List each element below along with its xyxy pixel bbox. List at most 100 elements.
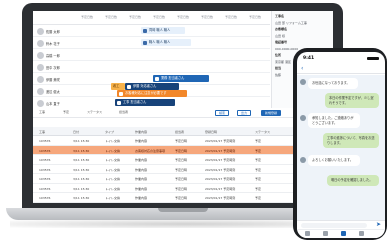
table-cell: 3/11 15:30	[73, 177, 90, 181]
table-row[interactable]: 103576 3/11 15:30 トイレ交換 作業内容 予定日時 2023/01/17 …	[33, 155, 333, 165]
staff-cell: 田中 次郎	[37, 64, 77, 71]
table-cell: トイレ交換	[105, 186, 121, 191]
table-cell: 3/11 15:30	[73, 158, 90, 162]
avatar	[300, 79, 306, 85]
table-cell: 2023/01/17 予定時刻	[205, 167, 236, 172]
table-cell: 作業内容	[135, 177, 148, 181]
home-icon[interactable]	[305, 231, 310, 236]
table-cell: 予定日時	[175, 196, 188, 200]
staff-name: 田中 次郎	[46, 66, 60, 70]
staff-name: 渡辺 健太	[46, 90, 60, 94]
gantt-row[interactable]: 田中 次郎	[33, 61, 270, 73]
column-header[interactable]: タイプ	[105, 130, 114, 134]
table-cell: 予定日時	[175, 186, 188, 191]
column-header[interactable]: 作業内容	[135, 130, 147, 134]
day-label: 予定日数	[177, 15, 190, 19]
table-cell: 予定	[255, 186, 262, 191]
table-cell: 2023/01/17 予定時刻	[205, 177, 236, 181]
avatar	[37, 28, 44, 35]
day-label: 予定日数	[153, 15, 166, 19]
day-label: 予定日数	[81, 15, 94, 19]
table-cell: 作業内容	[135, 196, 148, 200]
laptop-screen: 予定日数 予定日数 予定日数 予定日数 予定日数 予定日数 予定日数 予定日数 …	[33, 11, 333, 203]
gantt-row[interactable]: 高橋 一郎	[33, 49, 270, 61]
table-cell: 予定日時	[175, 158, 188, 162]
message-bubble: 本日の作業予定ですが、少し遅れそうです。	[325, 93, 379, 109]
message-bubble: よろしくお願いいたします。	[308, 155, 360, 166]
filter-item[interactable]: 予定	[63, 110, 69, 114]
table-row[interactable]: 103576 3/11 15:30 トイレ交換 作業内容 予定日時 2023/01/17 …	[33, 193, 333, 203]
chat-header: ‹	[297, 64, 385, 74]
table-row[interactable]: 103576 3/11 15:30 トイレ交換 お客様対応の注意事項 予定日時 2023/…	[33, 145, 333, 155]
settings-icon[interactable]	[359, 231, 364, 236]
table-cell: 予定	[255, 196, 262, 200]
detail-line: 工事名	[275, 14, 285, 18]
detail-line: お客様名	[275, 27, 288, 31]
gantt-header: 予定日数 予定日数 予定日数 予定日数 予定日数 予定日数 予定日数 予定日数	[33, 13, 270, 25]
list-toolbar: 工事 予定 ステータス 担当者 検索 出力 新規登録	[33, 108, 333, 118]
avatar	[37, 88, 44, 95]
staff-cell: 山本 直子	[37, 100, 77, 107]
table-cell: 103576	[39, 177, 51, 181]
staff-name: 山本 直子	[46, 102, 60, 106]
filter-item[interactable]: ステータス	[87, 110, 102, 114]
chat-icon[interactable]	[341, 231, 346, 236]
table-cell: 予定	[255, 177, 262, 181]
filter-item[interactable]: 担当者	[119, 110, 128, 114]
staff-cell: 佐藤 太郎	[37, 28, 77, 35]
schedule-bar[interactable]: 業務 担当者さん	[153, 75, 209, 82]
table-cell: 2023/01/17 予定時刻	[205, 158, 236, 162]
message-input[interactable]	[301, 223, 367, 228]
calendar-icon	[143, 40, 147, 45]
gantt-chart: 予定日数 予定日数 予定日数 予定日数 予定日数 予定日数 予定日数 予定日数 …	[33, 11, 270, 117]
avatar	[37, 64, 44, 71]
bar-label: 職人 職人 職人	[149, 40, 171, 44]
table-header: 工事 日付 タイプ 作業内容 担当者 登録日時 ステータス	[33, 127, 333, 136]
message-bubble: 明日の予定を確認しました。	[327, 175, 379, 186]
column-header[interactable]: 日付	[73, 130, 79, 134]
add-button[interactable]: 新規登録	[261, 109, 282, 116]
table-cell: 予定日時	[175, 139, 188, 143]
table-cell: 3/11 15:30	[73, 139, 90, 143]
staff-cell: 鈴木 花子	[37, 40, 77, 47]
staff-name: 伊藤 美咲	[46, 78, 60, 82]
bottom-tab-bar	[297, 229, 385, 238]
detail-line: 電話番号	[275, 40, 288, 44]
table-cell: 3/11 15:30	[73, 148, 90, 153]
table-cell: 2023/01/17 予定時刻	[205, 186, 236, 191]
table-cell: トイレ交換	[105, 167, 121, 172]
battery-icon	[367, 57, 379, 60]
schedule-bar[interactable]: 工事 担当者さん	[115, 99, 175, 106]
alert-bar[interactable]: お客様対応に注意が必要です	[117, 90, 187, 97]
table-row[interactable]: 103576 3/11 15:30 トイレ交換 作業内容 予定日時 2023/01/17 …	[33, 174, 333, 184]
export-button[interactable]: 出力	[237, 109, 252, 116]
column-header[interactable]: 登録日時	[205, 130, 217, 134]
calendar-icon[interactable]	[323, 231, 328, 236]
column-header[interactable]: 担当者	[175, 130, 184, 134]
schedule-bar[interactable]: 伊藤 対応者さん	[125, 83, 179, 90]
message-bubble: お世話になっております。	[308, 78, 358, 89]
bar-label: 業務 担当者さん	[161, 76, 185, 80]
filter-item[interactable]: 工事	[39, 110, 45, 114]
column-header[interactable]: ステータス	[255, 130, 270, 134]
schedule-bar[interactable]: 同時 職人 職人	[141, 27, 185, 34]
send-icon[interactable]: ➤	[376, 221, 381, 228]
table-cell: 作業内容	[135, 186, 148, 191]
table-row[interactable]: 103576 3/11 15:30 トイレ交換 作業内容 予定日時 2023/01/17 …	[33, 136, 333, 146]
search-button[interactable]: 検索	[215, 109, 230, 116]
table-row[interactable]: 103576 3/11 15:30 トイレ交換 作業内容 予定日時 2023/01/17 …	[33, 165, 333, 174]
table-row[interactable]: 103576 3/11 15:30 トイレ交換 作業内容 予定日時 2023/01/17 …	[33, 184, 333, 193]
schedule-bar[interactable]: 職人 職人 職人	[141, 39, 191, 46]
table-cell: 103576	[39, 196, 51, 200]
calendar-icon	[127, 84, 131, 89]
table-cell: 103576	[39, 139, 51, 143]
bar-label: 伊藤 対応者さん	[133, 84, 157, 88]
calendar-icon	[155, 76, 159, 81]
clock: 9:41	[303, 56, 315, 61]
table-cell: 3/11 15:30	[73, 196, 90, 200]
column-header[interactable]: 工事	[39, 130, 45, 134]
back-arrow-icon[interactable]: ‹	[301, 65, 303, 72]
table-cell: 予定日時	[175, 148, 188, 153]
staff-name: 高橋 一郎	[46, 54, 60, 58]
status-tag: 着工	[111, 83, 125, 90]
